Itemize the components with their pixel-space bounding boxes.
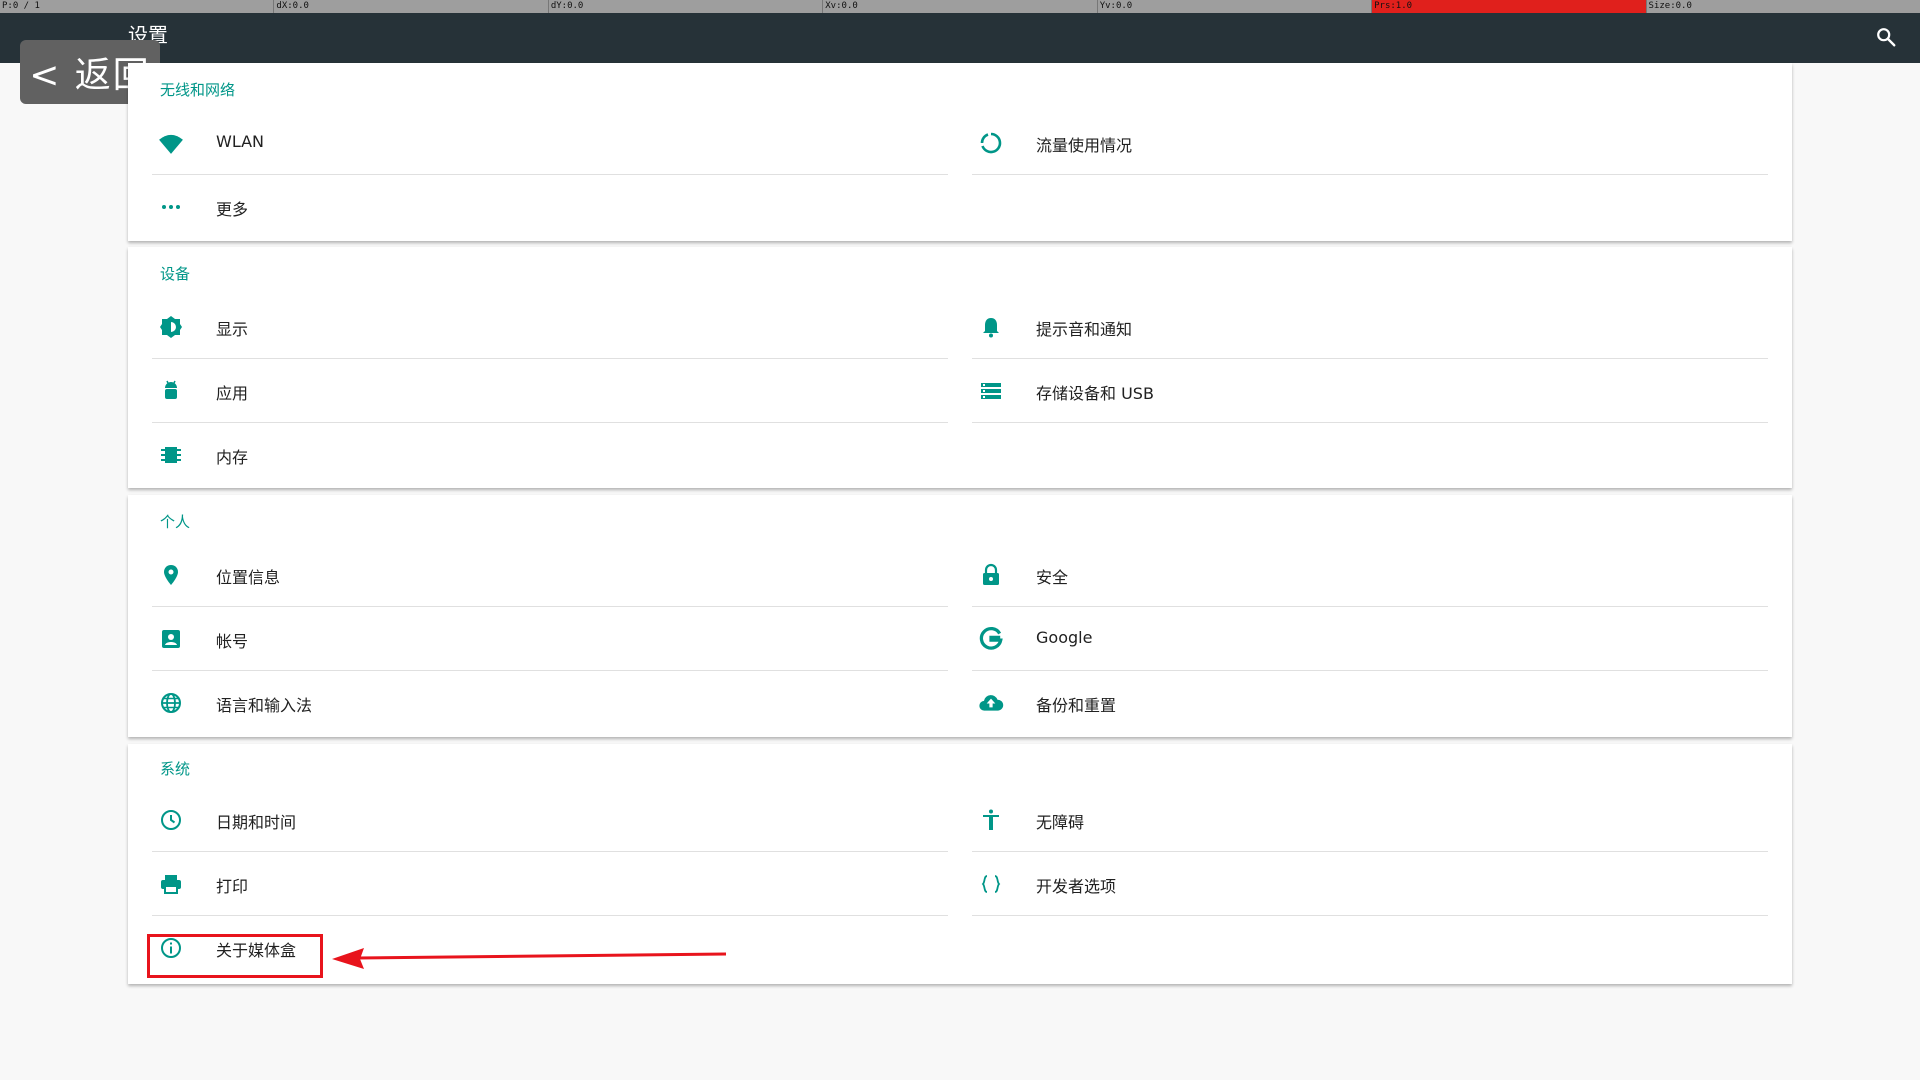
- data-usage-icon: [978, 130, 1004, 156]
- settings-item-backup-reset[interactable]: 备份和重置: [972, 671, 1768, 735]
- bell-icon: [978, 314, 1004, 340]
- settings-item-sound-notification[interactable]: 提示音和通知: [972, 295, 1768, 359]
- pointer-count: P:0 / 1: [2, 1, 40, 11]
- velocity-x: Xv:0.0: [822, 0, 1096, 13]
- touch-size: Size:0.0: [1645, 0, 1920, 13]
- settings-item-date-time[interactable]: 日期和时间: [152, 788, 948, 852]
- settings-item-label: 开发者选项: [1036, 877, 1117, 896]
- section-wireless-network: 无线和网络 WLAN 流量使用情况 更多: [128, 63, 1792, 241]
- settings-item-label: 帐号: [216, 632, 249, 651]
- pressure: Prs:1.0: [1371, 0, 1646, 13]
- settings-item-apps[interactable]: 应用: [152, 359, 948, 423]
- settings-item-label: 流量使用情况: [1036, 136, 1133, 155]
- memory-icon: [158, 442, 184, 468]
- lock-icon: [978, 562, 1004, 588]
- divider: [972, 915, 1768, 916]
- settings-item-label: 无障碍: [1036, 813, 1085, 832]
- divider: [972, 422, 1768, 423]
- settings-item-label: 位置信息: [216, 568, 281, 587]
- settings-item-developer-options[interactable]: 开发者选项: [972, 852, 1768, 916]
- highlight-box: [147, 934, 323, 978]
- settings-item-label: 内存: [216, 448, 249, 467]
- settings-item-label: 打印: [216, 877, 249, 896]
- section-title: 系统: [160, 760, 191, 778]
- settings-item-label: 备份和重置: [1036, 696, 1117, 715]
- code-braces-icon: [978, 871, 1004, 897]
- location-icon: [158, 562, 184, 588]
- settings-item-label: 安全: [1036, 568, 1069, 587]
- settings-item-display[interactable]: 显示: [152, 295, 948, 359]
- settings-item-label: 提示音和通知: [1036, 320, 1133, 339]
- settings-item-storage-usb[interactable]: 存储设备和 USB: [972, 359, 1768, 423]
- account-icon: [158, 626, 184, 652]
- search-icon: [1877, 28, 1896, 47]
- wifi-icon: [158, 130, 184, 156]
- settings-item-accessibility[interactable]: 无障碍: [972, 788, 1768, 852]
- section-title: 个人: [160, 513, 191, 531]
- settings-item-label: 语言和输入法: [216, 696, 313, 715]
- arrow-annotation: [332, 948, 727, 969]
- settings-item-google[interactable]: Google: [972, 607, 1768, 671]
- settings-item-label: 应用: [216, 384, 249, 403]
- settings-item-print[interactable]: 打印: [152, 852, 948, 916]
- clock-icon: [158, 807, 184, 833]
- settings-item-account[interactable]: 帐号: [152, 607, 948, 671]
- settings-item-location[interactable]: 位置信息: [152, 543, 948, 607]
- pointer-location-bar: P:0 / 1 dX:0.0 dY:0.0 Xv:0.0 Yv:0.0 Prs:…: [0, 0, 1920, 13]
- search-button[interactable]: [1868, 19, 1904, 55]
- section-title: 无线和网络: [160, 81, 236, 99]
- storage-icon: [978, 378, 1004, 404]
- divider: [972, 174, 1768, 175]
- settings-item-label: Google: [1036, 628, 1093, 647]
- settings-item-label: 日期和时间: [216, 813, 297, 832]
- settings-item-label: 更多: [216, 200, 249, 219]
- settings-item-data-usage[interactable]: 流量使用情况: [972, 111, 1768, 175]
- settings-item-wlan[interactable]: WLAN: [152, 111, 948, 175]
- section-device: 设备 显示 提示音和通知 应用 存储设备和 USB 内存: [128, 247, 1792, 488]
- print-icon: [158, 871, 184, 897]
- settings-item-label: 显示: [216, 320, 249, 339]
- settings-item-memory[interactable]: 内存: [152, 423, 948, 487]
- action-bar: 设置: [0, 13, 1920, 63]
- more-icon: [158, 194, 184, 220]
- globe-icon: [158, 690, 184, 716]
- velocity-y: Yv:0.0: [1096, 0, 1371, 13]
- settings-item-label: 存储设备和 USB: [1036, 384, 1154, 403]
- accessibility-icon: [978, 807, 1004, 833]
- cloud-upload-icon: [978, 690, 1004, 716]
- brightness-icon: [158, 314, 184, 340]
- settings-item-security[interactable]: 安全: [972, 543, 1768, 607]
- section-personal: 个人 位置信息 安全 帐号 Google 语言和输入法 备份和重置: [128, 495, 1792, 737]
- settings-item-language-input[interactable]: 语言和输入法: [152, 671, 948, 735]
- delta-y: dY:0.0: [547, 0, 822, 13]
- delta-x: dX:0.0: [273, 0, 547, 13]
- settings-item-more[interactable]: 更多: [152, 175, 948, 239]
- google-icon: [978, 626, 1004, 652]
- android-icon: [158, 378, 184, 404]
- section-title: 设备: [160, 265, 191, 283]
- settings-item-label: WLAN: [216, 132, 265, 151]
